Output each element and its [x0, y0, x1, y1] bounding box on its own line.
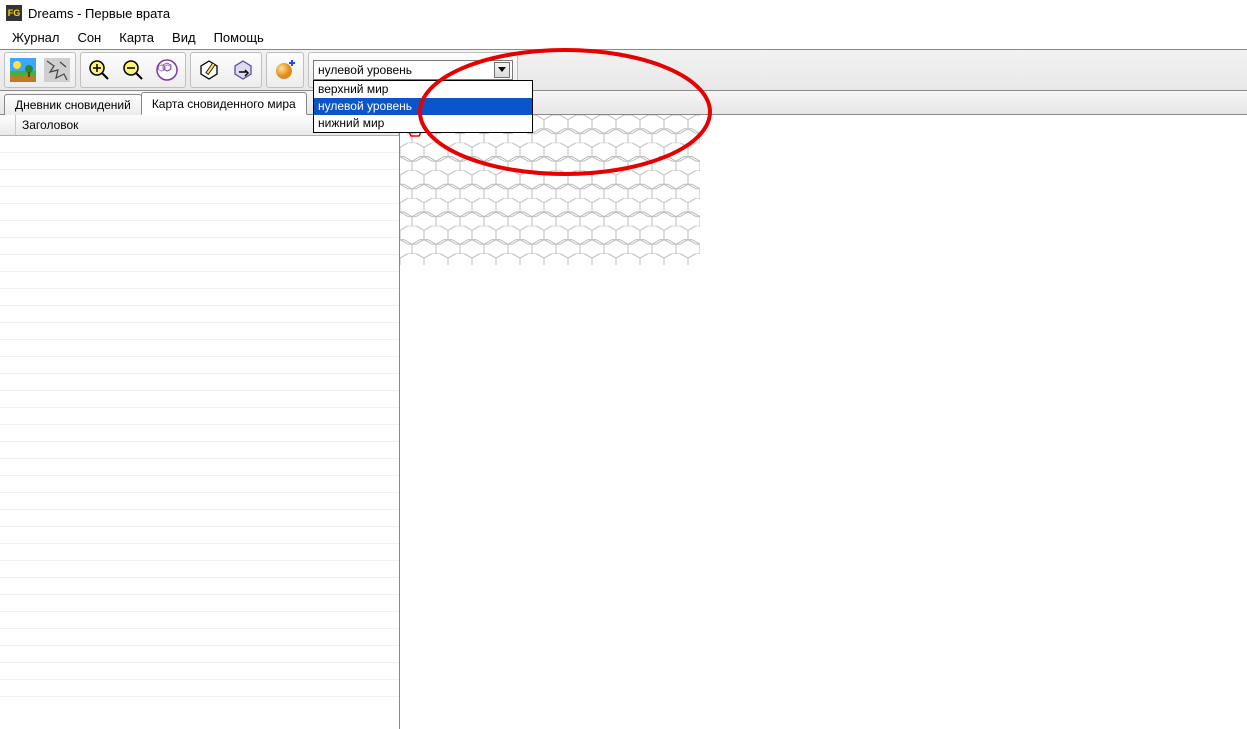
list-body[interactable]	[0, 136, 399, 729]
window-title: Dreams - Первые врата	[28, 6, 170, 21]
tab-dream-map[interactable]: Карта сновиденного мира	[141, 92, 307, 115]
terrain-button[interactable]	[41, 55, 73, 85]
toolbar-group-add	[266, 52, 304, 88]
day-scene-button[interactable]	[7, 55, 39, 85]
zoom-in-button[interactable]	[83, 55, 115, 85]
menu-bar: Журнал Сон Карта Вид Помощь	[0, 26, 1247, 49]
left-panel: Заголовок	[0, 115, 400, 729]
list-row[interactable]	[0, 323, 399, 340]
menu-help[interactable]: Помощь	[206, 28, 272, 47]
list-row[interactable]	[0, 153, 399, 170]
level-option-zero[interactable]: нулевой уровень	[314, 98, 532, 115]
list-header-spacer[interactable]	[0, 115, 16, 135]
zoom-in-icon	[87, 58, 111, 82]
list-row[interactable]	[0, 204, 399, 221]
level-combobox-button[interactable]	[494, 62, 510, 78]
list-row[interactable]	[0, 391, 399, 408]
list-row[interactable]	[0, 255, 399, 272]
edit-hex-button[interactable]	[193, 55, 225, 85]
list-row[interactable]	[0, 238, 399, 255]
list-row[interactable]	[0, 493, 399, 510]
list-row[interactable]	[0, 680, 399, 697]
hex-zoom-button[interactable]	[151, 55, 183, 85]
list-row[interactable]	[0, 561, 399, 578]
list-row[interactable]	[0, 272, 399, 289]
hex-link-icon	[231, 58, 255, 82]
list-row[interactable]	[0, 510, 399, 527]
hex-pencil-icon	[197, 58, 221, 82]
link-hex-button[interactable]	[227, 55, 259, 85]
list-row[interactable]	[0, 476, 399, 493]
list-row[interactable]	[0, 408, 399, 425]
list-row[interactable]	[0, 374, 399, 391]
add-sphere-button[interactable]	[269, 55, 301, 85]
list-row[interactable]	[0, 357, 399, 374]
list-row[interactable]	[0, 629, 399, 646]
list-row[interactable]	[0, 136, 399, 153]
list-row[interactable]	[0, 221, 399, 238]
list-row[interactable]	[0, 578, 399, 595]
list-row[interactable]	[0, 340, 399, 357]
cracked-ground-icon	[44, 58, 70, 82]
level-combobox-value: нулевой уровень	[318, 63, 412, 77]
level-combobox-list: верхний мир нулевой уровень нижний мир	[313, 80, 533, 133]
menu-journal[interactable]: Журнал	[4, 28, 67, 47]
list-row[interactable]	[0, 306, 399, 323]
chevron-down-icon	[498, 67, 506, 73]
tab-dream-diary[interactable]: Дневник сновидений	[4, 94, 142, 115]
level-option-lower[interactable]: нижний мир	[314, 115, 532, 132]
menu-view[interactable]: Вид	[164, 28, 204, 47]
title-bar: FG Dreams - Первые врата	[0, 0, 1247, 26]
content-area: Заголовок	[0, 115, 1247, 729]
list-row[interactable]	[0, 646, 399, 663]
level-option-upper[interactable]: верхний мир	[314, 81, 532, 98]
hex-map[interactable]	[400, 115, 700, 265]
list-row[interactable]	[0, 425, 399, 442]
menu-map[interactable]: Карта	[111, 28, 162, 47]
list-row[interactable]	[0, 612, 399, 629]
level-combobox[interactable]: нулевой уровень верхний мир нулевой уров…	[313, 60, 513, 80]
list-row[interactable]	[0, 289, 399, 306]
view-tabs: Дневник сновидений Карта сновиденного ми…	[0, 91, 1247, 115]
list-row[interactable]	[0, 663, 399, 680]
list-row[interactable]	[0, 459, 399, 476]
toolbar-group-scene	[4, 52, 76, 88]
toolbar-group-zoom	[80, 52, 186, 88]
list-row[interactable]	[0, 170, 399, 187]
sphere-plus-icon	[273, 58, 297, 82]
toolbar-group-edit	[190, 52, 262, 88]
app-icon: FG	[6, 5, 22, 21]
toolbar: нулевой уровень верхний мир нулевой уров…	[0, 49, 1247, 91]
zoom-out-icon	[121, 58, 145, 82]
list-row[interactable]	[0, 595, 399, 612]
map-panel[interactable]	[400, 115, 1247, 729]
toolbar-group-level: нулевой уровень верхний мир нулевой уров…	[308, 52, 518, 88]
hex-grid-icon	[155, 58, 179, 82]
list-row[interactable]	[0, 187, 399, 204]
list-row[interactable]	[0, 544, 399, 561]
zoom-out-button[interactable]	[117, 55, 149, 85]
list-row[interactable]	[0, 442, 399, 459]
menu-sleep[interactable]: Сон	[69, 28, 109, 47]
sun-tree-icon	[10, 58, 36, 82]
list-row[interactable]	[0, 527, 399, 544]
